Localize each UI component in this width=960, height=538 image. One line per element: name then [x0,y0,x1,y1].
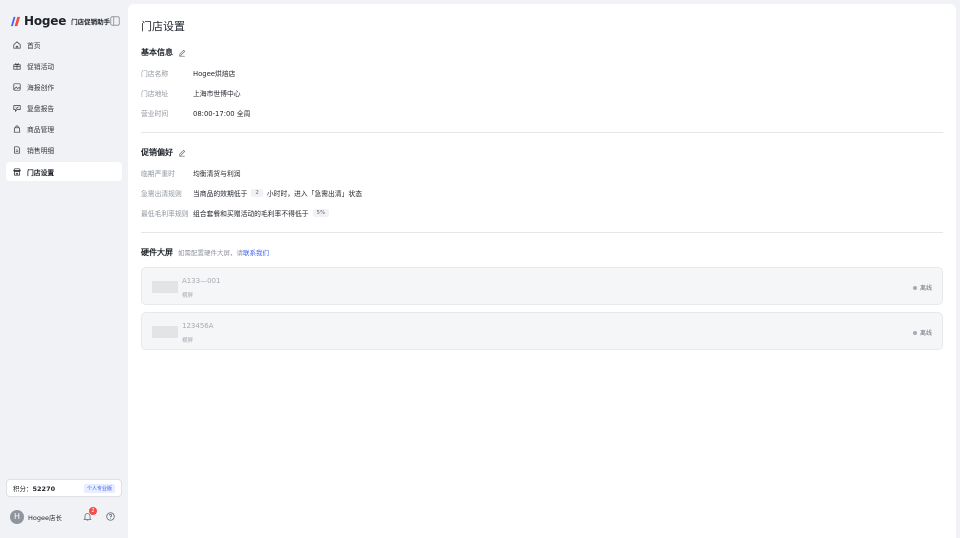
status-text: 离线 [919,285,932,292]
sidebar-item-home[interactable]: 首页 [6,35,122,54]
field-value: 上海市世博中心 [193,90,241,98]
sidebar-item-reports[interactable]: 复盘报告 [6,99,122,118]
chat-report-icon [13,105,21,113]
store-icon [13,168,21,176]
near-expiry-row: 临期严重时 均衡清货与利润 [141,167,241,179]
edit-pencil-icon[interactable] [178,49,186,57]
status-dot [912,285,917,290]
field-label: 急需出清规则 [141,190,182,198]
field-label: 最低毛利率规则 [141,210,189,218]
field-value: 均衡清货与利润 [193,170,241,178]
urgent-clearance-row: 急需出清规则 当商品的效期低于 2 小时时，进入「急需出清」状态 [141,187,362,199]
page-title: 门店设置 [141,20,185,33]
device-type: 横屏 [182,338,194,344]
points-value: 52270 [32,485,56,493]
min-margin-row: 最低毛利率规则 组合套餐和买赠活动的毛利率不得低于 5% [141,207,333,219]
section-title-text: 基本信息 [141,48,173,57]
sidebar-item-label: 复盘报告 [27,105,55,114]
sidebar-nav: 首页 促销活动 海报创作 复盘报告 商品管理 销售明细 门店设置 [6,35,122,183]
hours-value-chip: 2 [251,189,263,197]
field-label: 门店地址 [141,90,169,98]
device-card[interactable]: A133—001 横屏 离线 [141,267,943,305]
gift-icon [13,63,21,70]
notification-button[interactable]: 2 [83,507,97,521]
brand-subtitle: 门店促销助手 [71,18,111,26]
field-value: 08:00-17:00 全周 [193,110,251,118]
notification-count-badge: 2 [89,507,97,515]
rule-text-before: 组合套餐和买赠活动的毛利率不得低于 [193,210,309,218]
sidebar-item-label: 促销活动 [27,62,55,71]
points-box[interactable]: 积分：52270 个人专业版 [6,479,122,497]
field-label: 临期严重时 [141,170,175,178]
sidebar-item-store-settings[interactable]: 门店设置 [6,162,122,182]
sidebar-item-label: 门店设置 [27,168,55,177]
device-thumbnail [152,281,178,293]
status-dot [912,330,917,335]
promo-prefs-section-title: 促销偏好 [141,147,186,158]
sidebar-item-label: 首页 [27,41,41,50]
sidebar-item-label: 销售明细 [27,147,55,156]
field-value: 当商品的效期低于 2 小时时，进入「急需出清」状态 [193,188,362,198]
help-icon[interactable] [106,512,115,521]
brand[interactable]: Hogee 门店促销助手 [10,13,110,29]
store-name-row: 门店名称 Hogee烘焙店 [141,67,235,79]
device-id: A133—001 [182,277,221,285]
rule-text-after: 小时时，进入「急需出清」状态 [266,190,363,198]
field-label: 门店名称 [141,70,169,78]
sidebar-item-sales[interactable]: 销售明细 [6,141,122,160]
hardware-hint: 如需配置硬件大屏，请 [178,249,243,257]
divider [141,232,943,233]
hogee-logo-icon [10,16,21,26]
home-icon [13,40,21,49]
hardware-section-title: 硬件大屏 如需配置硬件大屏，请 联系我们 [141,247,269,258]
main-panel: 门店设置 基本信息 门店名称 Hogee烘焙店 门店地址 上海市世博中心 营业时… [128,4,956,538]
device-id: 123456A [182,322,214,330]
status-text: 离线 [919,330,932,337]
user-name[interactable]: Hogee店长 [28,512,62,522]
basic-info-section-title: 基本信息 [141,47,186,58]
bag-icon [13,125,21,133]
rule-text-before: 当商品的效期低于 [193,190,248,198]
user-row: H Hogee店长 2 [10,507,120,524]
device-thumbnail [152,326,178,338]
sidebar-item-promotions[interactable]: 促销活动 [6,56,122,75]
image-icon [13,83,21,91]
section-title-text: 硬件大屏 [141,248,173,257]
field-value: Hogee烘焙店 [193,70,236,78]
sidebar-item-posters[interactable]: 海报创作 [6,77,122,96]
section-title-text: 促销偏好 [141,148,173,157]
device-status: 离线 [912,328,932,337]
sidebar-item-label: 商品管理 [27,126,55,135]
plan-badge[interactable]: 个人专业版 [83,483,115,493]
sidebar-item-label: 海报创作 [27,83,55,92]
field-label: 营业时间 [141,110,169,118]
points-display: 积分：52270 [13,483,55,493]
edit-pencil-icon[interactable] [178,149,186,157]
field-value: 组合套餐和买赠活动的毛利率不得低于 5% [193,208,333,218]
brand-name: Hogee [24,14,67,28]
device-card[interactable]: 123456A 横屏 离线 [141,312,943,350]
divider [141,132,943,133]
document-icon [14,146,20,154]
contact-us-link[interactable]: 联系我们 [243,247,269,257]
store-address-row: 门店地址 上海市世博中心 [141,87,241,99]
avatar[interactable]: H [10,509,24,524]
device-type: 横屏 [182,293,194,299]
points-label: 积分： [13,485,33,493]
sidebar: Hogee 门店促销助手 首页 促销活动 海报创作 复盘报告 商品管理 销售明细 [0,0,128,538]
device-status: 离线 [912,283,932,292]
business-hours-row: 营业时间 08:00-17:00 全周 [141,107,250,119]
margin-value-chip: 5% [312,209,330,217]
sidebar-collapse-icon[interactable] [110,16,120,26]
sidebar-item-products[interactable]: 商品管理 [6,120,122,139]
